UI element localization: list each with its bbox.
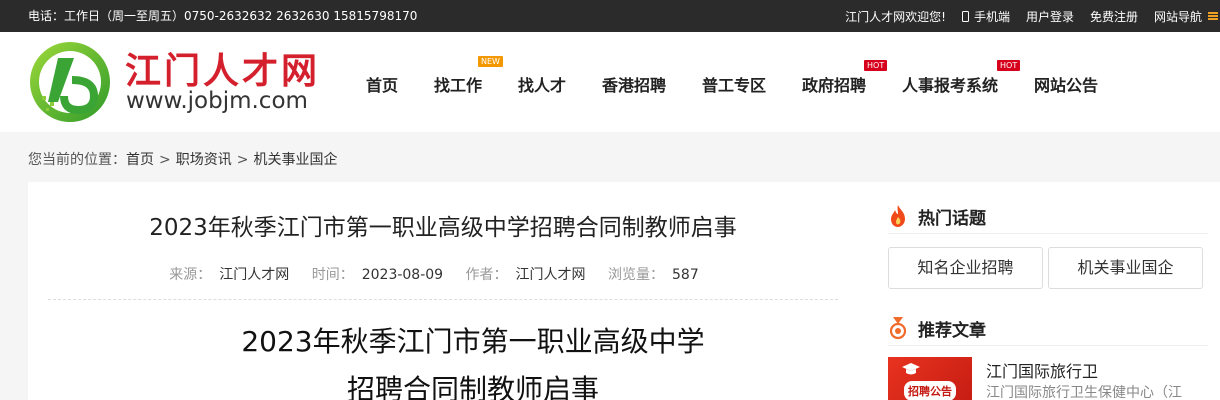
menu-icon	[1208, 12, 1218, 20]
logo-text[interactable]: 江门人才网	[125, 42, 320, 94]
sitemap-link[interactable]: 网站导航	[1154, 8, 1218, 25]
recommended-article-title[interactable]: 江门国际旅行卫	[986, 358, 1098, 382]
register-link[interactable]: 免费注册	[1090, 8, 1138, 25]
author-value: 江门人才网	[515, 267, 586, 283]
article-panel: 2023年秋季江门市第一职业高级中学招聘合同制教师启事 来源： 江门人才网 时间：…	[28, 182, 868, 400]
nav-general-workers[interactable]: 普工专区	[702, 72, 766, 96]
article-thumbnail[interactable]: 招聘公告	[888, 357, 972, 400]
nav-find-talent[interactable]: 找人才	[518, 72, 566, 96]
site-header: 江门人才网 www.jobjm.com 首页 找工作 NEW 找人才 香港招聘 …	[0, 32, 1220, 132]
breadcrumb-prefix: 您当前的位置：	[28, 152, 126, 168]
tag-famous-companies[interactable]: 知名企业招聘	[888, 247, 1043, 289]
author-label: 作者：	[465, 267, 508, 283]
breadcrumb-separator: >	[159, 152, 171, 168]
nav-home[interactable]: 首页	[366, 72, 398, 96]
hot-badge: HOT	[864, 60, 888, 71]
recommended-header: 推荐文章	[888, 314, 1208, 346]
time-value: 2023-08-09	[361, 267, 444, 283]
breadcrumb-separator: >	[236, 152, 249, 168]
recommended-title: 推荐文章	[918, 321, 986, 341]
nav-find-job[interactable]: 找工作	[434, 72, 482, 96]
source-label: 来源：	[169, 267, 212, 283]
logo-url[interactable]: www.jobjm.com	[126, 88, 308, 114]
recommended-article-desc: 江门国际旅行卫生保健中心（江	[986, 385, 1182, 400]
hot-topics-header: 热门话题	[888, 202, 1208, 234]
tag-public-sector[interactable]: 机关事业国企	[1048, 247, 1203, 289]
time-label: 时间：	[311, 267, 354, 283]
source-value: 江门人才网	[219, 267, 290, 283]
top-bar: 电话：工作日（周一至周五）0750-2632632 2632630 158157…	[0, 0, 1220, 32]
breadcrumb-career-news[interactable]: 职场资讯	[176, 152, 232, 168]
breadcrumb-home[interactable]: 首页	[126, 152, 154, 168]
sidebar: 热门话题 知名企业招聘 机关事业国企 推荐文章 招聘公告 江门国际旅行卫 江门国…	[868, 182, 1220, 400]
mobile-link[interactable]: 手机端	[961, 8, 1010, 25]
phone-icon	[961, 10, 969, 22]
breadcrumb-public-sector[interactable]: 机关事业国企	[253, 152, 337, 168]
logo-icon[interactable]	[28, 40, 112, 124]
nav-announcements[interactable]: 网站公告	[1034, 72, 1098, 96]
top-links: 江门人才网欢迎您! 手机端 用户登录 免费注册 网站导航	[845, 0, 1220, 32]
article-title: 2023年秋季江门市第一职业高级中学招聘合同制教师启事	[149, 215, 737, 241]
new-badge: NEW	[478, 56, 503, 67]
nav-government-jobs[interactable]: 政府招聘	[802, 72, 866, 96]
login-link[interactable]: 用户登录	[1026, 8, 1074, 25]
breadcrumb: 您当前的位置：首页 > 职场资讯 > 机关事业国企	[28, 149, 337, 169]
graduation-cap-icon	[902, 363, 920, 375]
thumbnail-text: 招聘公告	[904, 381, 956, 400]
nav-hr-exam-system[interactable]: 人事报考系统	[902, 72, 998, 96]
article-meta: 来源： 江门人才网 时间： 2023-08-09 作者： 江门人才网 浏览量： 587	[28, 264, 858, 284]
medal-icon	[889, 317, 907, 340]
nav-hk-jobs[interactable]: 香港招聘	[602, 72, 666, 96]
meta-divider	[48, 299, 838, 300]
contact-phone: 电话：工作日（周一至周五）0750-2632632 2632630 158157…	[28, 9, 418, 23]
article-heading-line2: 招聘合同制教师启事	[346, 373, 599, 400]
welcome-text: 江门人才网欢迎您!	[845, 9, 946, 24]
fire-icon	[891, 205, 905, 227]
hot-topics-title: 热门话题	[918, 209, 986, 229]
hot-badge: HOT	[997, 60, 1021, 71]
article-heading-line1: 2023年秋季江门市第一职业高级中学	[241, 325, 705, 358]
views-label: 浏览量：	[608, 267, 664, 283]
views-value: 587	[672, 267, 699, 283]
